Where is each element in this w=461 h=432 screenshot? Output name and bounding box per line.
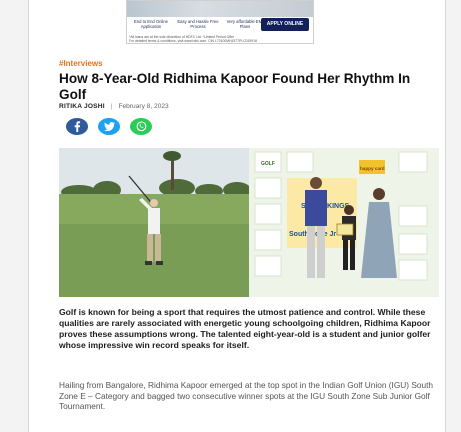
byline: RITIKA JOSHI | February 8, 2023: [59, 103, 169, 110]
ad-feature: End to End Online Application: [134, 19, 168, 29]
ad-image-strip: [127, 1, 313, 17]
award-ceremony-photo: SUPER KINGS South Zone Jr GOLF happy car…: [249, 148, 439, 297]
article-lead-paragraph: Golf is known for being a sport that req…: [59, 307, 431, 350]
golfer-scene: [59, 148, 251, 297]
facebook-icon: [74, 121, 81, 132]
article-body-paragraph: Hailing from Bangalore, Ridhima Kapoor e…: [59, 380, 434, 412]
ad-feature: Easy and Hassle Free Process: [177, 19, 219, 29]
ad-footnote-line: For detailed terms & conditions, visit w…: [129, 39, 257, 43]
whatsapp-icon: [136, 121, 146, 132]
twitter-icon: [103, 122, 115, 131]
article-hero-image: SUPER KINGS South Zone Jr GOLF happy car…: [59, 148, 439, 297]
category-tag[interactable]: #Interviews: [59, 59, 103, 68]
share-bar: [66, 118, 152, 135]
board-golf-text: GOLF: [261, 161, 275, 167]
author-name[interactable]: RITIKA JOSHI: [59, 103, 105, 110]
twitter-share-button[interactable]: [98, 118, 120, 135]
ad-apply-button[interactable]: APPLY ONLINE: [261, 18, 309, 31]
award-scene: SUPER KINGS South Zone Jr GOLF happy car…: [249, 148, 439, 297]
advertisement-banner[interactable]: End to End Online Application Easy and H…: [126, 0, 314, 44]
ad-features: End to End Online Application Easy and H…: [129, 17, 267, 35]
article-title: How 8-Year-Old Ridhima Kapoor Found Her …: [59, 71, 411, 102]
board-sponsor-text: happy card: [360, 166, 385, 171]
publish-date: February 8, 2023: [118, 103, 169, 110]
whatsapp-share-button[interactable]: [130, 118, 152, 135]
ad-footnote: *All loans are at the sole discretion of…: [129, 35, 313, 43]
byline-separator: |: [110, 103, 113, 110]
facebook-share-button[interactable]: [66, 118, 88, 135]
golf-course-photo: [59, 148, 251, 297]
